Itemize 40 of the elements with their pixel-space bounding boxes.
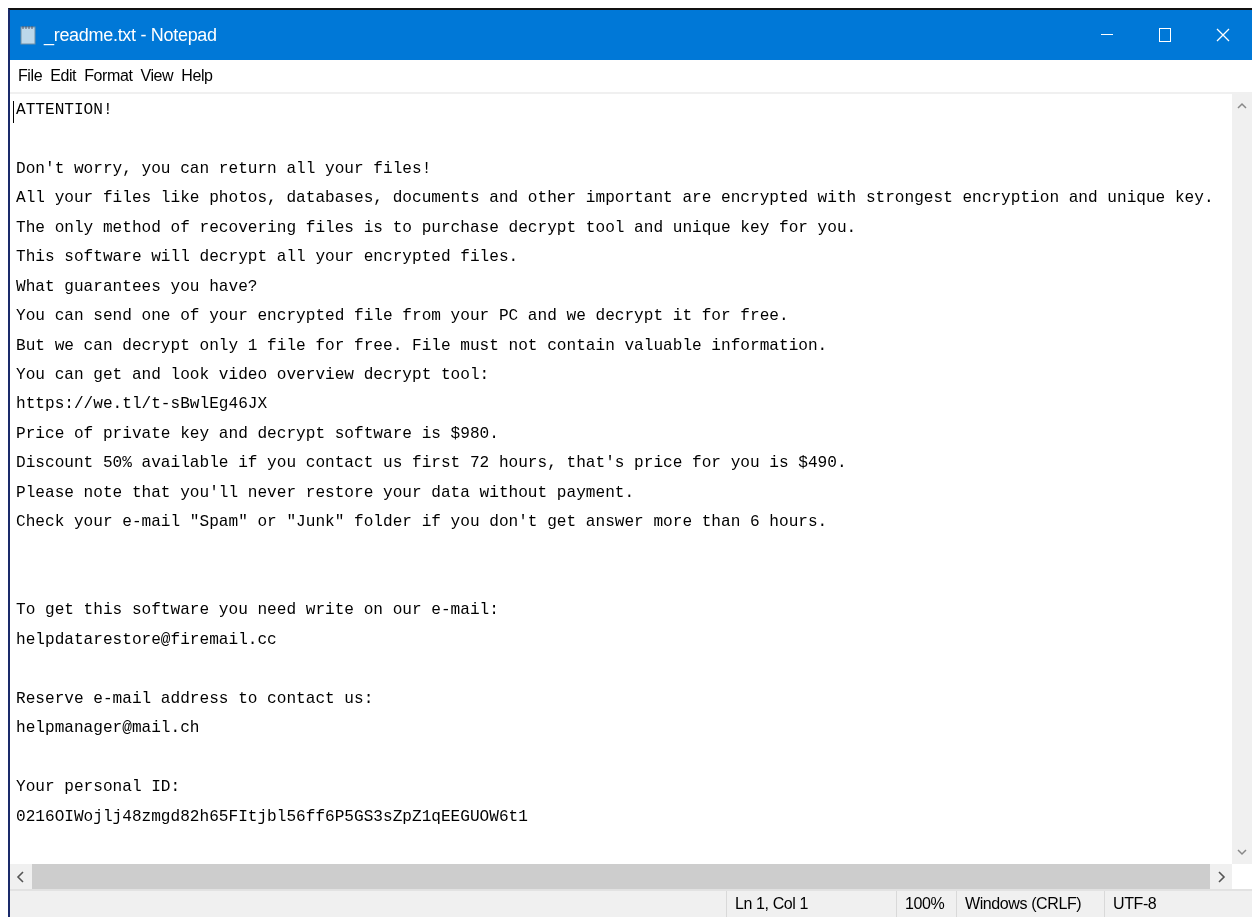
scrollbar-thumb[interactable] (32, 864, 1210, 889)
text-line: Reserve e-mail address to contact us: (16, 688, 374, 710)
text-line: helpdatarestore@firemail.cc (16, 629, 277, 651)
menu-item[interactable]: View (136, 67, 178, 85)
text-line: Check your e-mail "Spam" or "Junk" folder if you don't get answer more than 6 hours. (16, 512, 828, 534)
text-line: Discount 50% available if you contact us first 72 hours, that's price for you is $490. (16, 453, 847, 475)
text-line: Please note that you'll never restore your data without payment. (16, 482, 635, 504)
window-title: _readme.txt - Notepad (44, 24, 218, 46)
text-caret (13, 101, 14, 123)
menu-item[interactable]: Format (80, 67, 137, 85)
close-icon (1216, 28, 1230, 42)
text-line: Don't worry, you can return all your files! (16, 158, 432, 180)
scroll-down-icon (1237, 846, 1247, 858)
text-line: Price of private key and decrypt software is $980. (16, 423, 499, 445)
text-line: The only method of recovering files is to purchase decrypt tool and unique key for you. (16, 217, 857, 239)
notepad-icon (20, 25, 36, 45)
menu-item[interactable]: Edit (46, 67, 81, 85)
text-line: Your personal ID: (16, 777, 181, 799)
text-line: 0216OIWojlj48zmgd82h65FItjbl56ff6P5GS3sZpZ1qEEGUOW6t1 (16, 806, 528, 828)
status-text: Ln 1, Col 1 (726, 891, 896, 917)
text-line: To get this software you need write on our e-mail: (16, 600, 499, 622)
maximize-icon (1159, 28, 1171, 42)
text-line: You can get and look video overview decrypt tool: (16, 364, 490, 386)
text-line: What guarantees you have? (16, 276, 258, 298)
text-line: This software will decrypt all your encrypted files. (16, 247, 519, 269)
text-line: You can send one of your encrypted file from your PC and we decrypt it for free. (16, 306, 789, 328)
minimize-icon (1101, 34, 1113, 36)
text-line: helpmanager@mail.ch (16, 718, 200, 740)
text-line: https://we.tl/t-sBwlEg46JX (16, 394, 268, 416)
chevron-right-icon (1216, 870, 1226, 883)
chevron-left-icon (16, 870, 26, 883)
text-line: All your files like photos, databases, documents and other important are encrypted with strongest encryption and unique key. (16, 188, 1214, 210)
menu-item[interactable]: Help (177, 67, 217, 85)
menu-item[interactable]: File (14, 67, 47, 85)
vertical-scrollbar[interactable] (1232, 94, 1252, 864)
text-line: ATTENTION! (16, 100, 113, 121)
status-text: UTF-8 (1104, 891, 1224, 917)
text-line: But we can decrypt only 1 file for free. File must not contain valuable information. (16, 335, 828, 357)
status-text: 100% (896, 891, 956, 917)
status-text: Windows (CRLF) (956, 891, 1104, 917)
